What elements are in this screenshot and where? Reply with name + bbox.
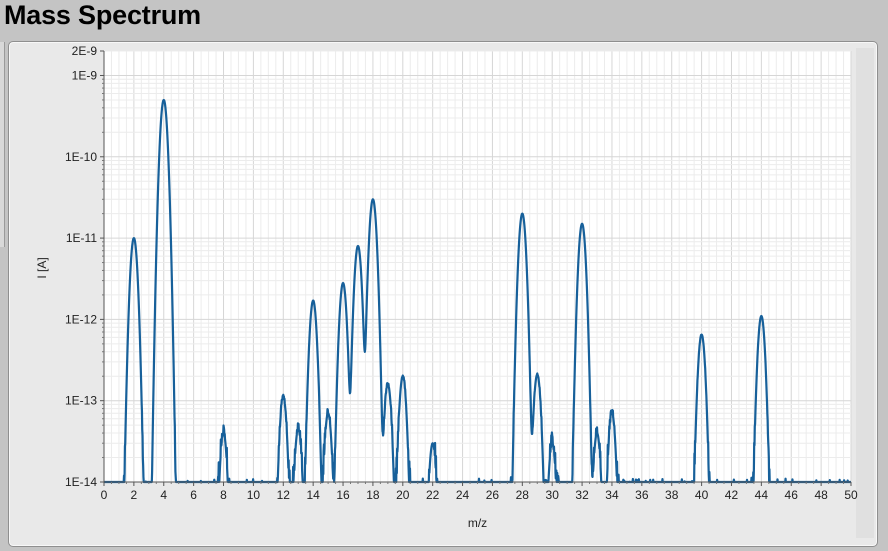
x-tick-label: 36 bbox=[635, 488, 649, 502]
x-tick-label: 8 bbox=[220, 488, 227, 502]
x-tick-label: 30 bbox=[546, 488, 560, 502]
x-tick-label: 20 bbox=[396, 488, 410, 502]
x-tick-label: 34 bbox=[605, 488, 619, 502]
x-tick-label: 26 bbox=[486, 488, 500, 502]
x-tick-label: 16 bbox=[336, 488, 350, 502]
x-tick-label: 2 bbox=[131, 488, 138, 502]
y-tick-label: 1E-11 bbox=[66, 231, 97, 245]
y-tick-label: 1E-10 bbox=[65, 150, 97, 164]
x-tick-label: 10 bbox=[247, 488, 261, 502]
x-tick-label: 6 bbox=[190, 488, 197, 502]
x-tick-label: 4 bbox=[160, 488, 167, 502]
x-axis-label: m/z bbox=[468, 516, 487, 530]
mass-spectrum-chart: 0 2 4 6 8 10 12 14 16 18 20 22 24 26 28 30 32 34 36 38 40 42 4… bbox=[35, 44, 858, 530]
x-tick-label: 50 bbox=[844, 488, 858, 502]
x-tick-label: 32 bbox=[575, 488, 589, 502]
x-tick-label: 0 bbox=[101, 488, 108, 502]
y-axis-label: I [A] bbox=[35, 257, 49, 278]
x-tick-label: 14 bbox=[306, 488, 320, 502]
y-tick-label: 1E-12 bbox=[65, 312, 97, 326]
y-tick-label: 1E-13 bbox=[65, 394, 97, 408]
x-tick-label: 24 bbox=[456, 488, 470, 502]
x-tick-label: 46 bbox=[785, 488, 799, 502]
x-tick-label: 38 bbox=[665, 488, 679, 502]
x-tick-label: 22 bbox=[426, 488, 440, 502]
x-tick-label: 28 bbox=[516, 488, 530, 502]
y-tick-label: 2E-9 bbox=[72, 44, 98, 58]
x-tick-label: 12 bbox=[277, 488, 291, 502]
x-tick-label: 18 bbox=[366, 488, 380, 502]
y-tick-label: 1E-14 bbox=[65, 475, 97, 489]
grid bbox=[103, 50, 852, 483]
x-tick-label: 44 bbox=[755, 488, 769, 502]
x-tick-label: 48 bbox=[814, 488, 828, 502]
x-tick-label: 40 bbox=[695, 488, 709, 502]
x-tick-label: 42 bbox=[725, 488, 739, 502]
y-tick-label: 1E-9 bbox=[72, 68, 98, 82]
